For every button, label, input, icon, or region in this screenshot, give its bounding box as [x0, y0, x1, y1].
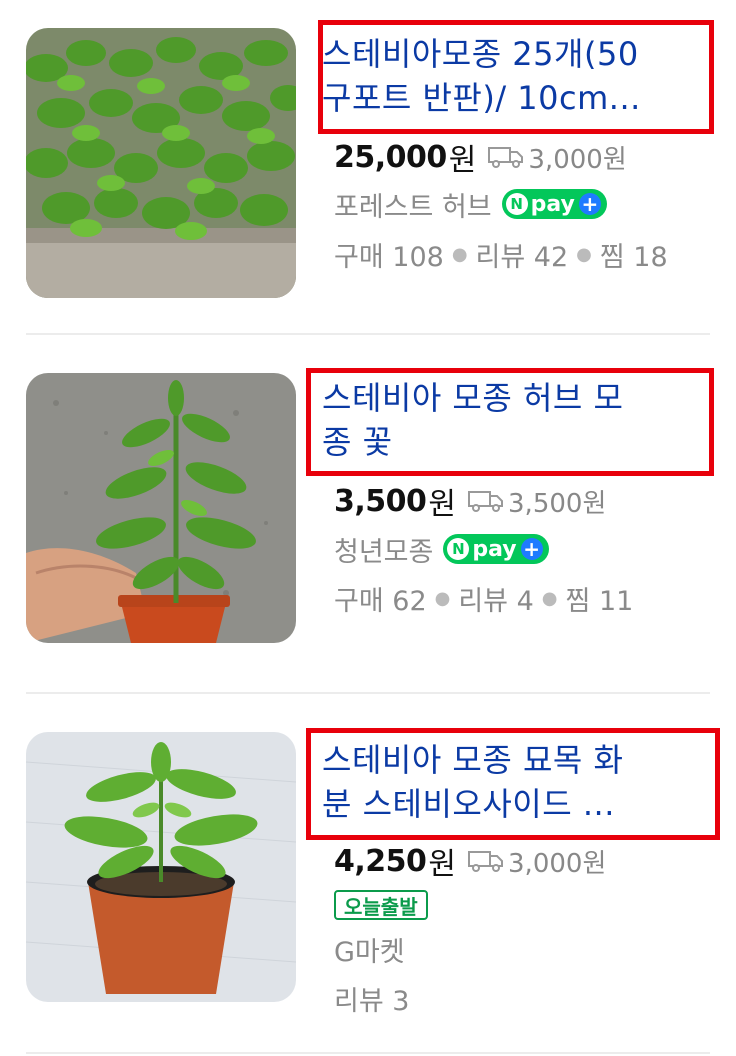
shipping-fee: 3,000원	[488, 139, 627, 176]
title-line: 구포트 반판)/ 10cm...	[322, 79, 641, 117]
price-row: 25,000 원 3,000원	[334, 137, 627, 179]
title-line: 종 꽃	[322, 423, 393, 461]
truck-icon	[488, 147, 524, 168]
price-value: 25,000	[334, 139, 447, 175]
separator-dot: ●	[576, 243, 592, 265]
truck-icon	[468, 851, 504, 872]
purchase-count: 구매 62	[334, 585, 427, 617]
shipping-fee-text: 3,000원	[508, 848, 607, 879]
price-currency: 원	[428, 487, 457, 522]
price-value: 4,250	[334, 843, 427, 879]
potted-stevia-image	[26, 373, 296, 643]
product-thumbnail[interactable]	[26, 732, 296, 1002]
product-title-link[interactable]: 스테비아 모종 묘목 화 분 스테비오사이드 ...	[322, 738, 706, 826]
truck-icon	[468, 491, 504, 512]
divider	[26, 333, 710, 335]
shipping-fee: 3,000원	[468, 843, 606, 880]
like-count: 찜 11	[565, 585, 634, 617]
product-title-link[interactable]: 스테비아모종 25개(50 구포트 반판)/ 10cm...	[322, 32, 706, 120]
npay-plus-icon: N pay +	[501, 189, 607, 219]
potted-stevia-image	[26, 732, 296, 1002]
product-thumbnail[interactable]	[26, 373, 296, 643]
today-shipping-badge: 오늘출발	[334, 890, 428, 920]
store-row: G마켓	[334, 930, 405, 969]
npay-label: pay	[472, 536, 517, 562]
like-count: 찜 18	[599, 241, 668, 273]
review-count[interactable]: 리뷰 4	[458, 579, 533, 618]
store-name[interactable]: 포레스트 허브	[334, 185, 492, 224]
separator-dot: ●	[451, 243, 468, 265]
price-currency: 원	[448, 143, 477, 178]
product-thumbnail[interactable]	[26, 28, 296, 298]
npay-plus-icon: N pay +	[443, 534, 549, 564]
stats-row: 구매 108 ● 리뷰 42 ● 찜 18	[334, 235, 668, 274]
price-row: 4,250 원 3,000원	[334, 841, 606, 883]
title-line: 스테비아 모종 허브 모	[322, 379, 624, 417]
store-name[interactable]: 청년모종	[334, 530, 433, 569]
divider	[26, 1052, 710, 1054]
price-value: 3,500	[334, 483, 427, 519]
store-row: 포레스트 허브 N pay +	[334, 185, 607, 224]
npay-n-icon: N	[447, 538, 470, 560]
divider	[26, 692, 710, 694]
shipping-fee-text: 3,000원	[528, 144, 627, 175]
price-currency: 원	[428, 847, 457, 882]
store-name[interactable]: G마켓	[334, 930, 405, 969]
plus-icon: +	[578, 193, 601, 215]
shipping-fee-text: 3,500원	[508, 488, 607, 519]
review-count[interactable]: 리뷰 3	[334, 979, 409, 1018]
plus-icon: +	[520, 538, 543, 560]
product-title-link[interactable]: 스테비아 모종 허브 모 종 꽃	[322, 376, 706, 464]
review-count[interactable]: 리뷰 42	[476, 235, 569, 274]
separator-dot: ●	[541, 587, 558, 609]
title-line: 스테비아 모종 묘목 화	[322, 741, 624, 779]
npay-label: pay	[530, 191, 575, 217]
npay-n-icon: N	[505, 193, 528, 215]
stats-row: 구매 62 ● 리뷰 4 ● 찜 11	[334, 579, 634, 618]
shipping-fee: 3,500원	[468, 483, 606, 520]
seedling-tray-image	[26, 28, 296, 298]
product-list: 스테비아모종 25개(50 구포트 반판)/ 10cm... 25,000 원 …	[0, 0, 736, 1056]
title-line: 분 스테비오사이드 ...	[322, 785, 615, 823]
title-line: 스테비아모종 25개(50	[322, 35, 639, 73]
stats-row: 리뷰 3	[334, 979, 409, 1018]
price-row: 3,500 원 3,500원	[334, 481, 606, 523]
separator-dot: ●	[434, 587, 451, 609]
purchase-count: 구매 108	[334, 241, 444, 273]
store-row: 청년모종 N pay +	[334, 530, 549, 569]
